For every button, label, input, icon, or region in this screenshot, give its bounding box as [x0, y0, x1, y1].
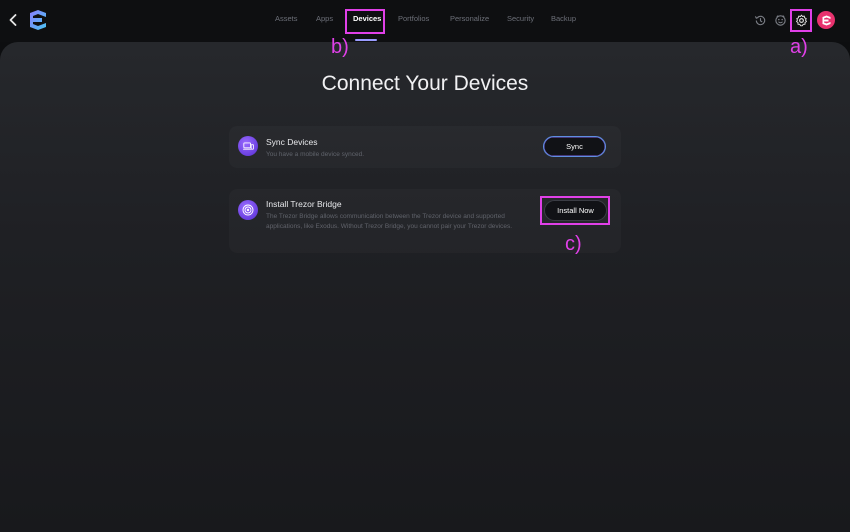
card-title: Install Trezor Bridge	[266, 199, 342, 209]
card-description: You have a mobile device synced.	[266, 151, 365, 158]
wireless-icon	[238, 200, 258, 220]
sync-devices-card: Sync Devices You have a mobile device sy…	[229, 126, 621, 168]
tab-backup[interactable]: Backup	[551, 14, 576, 23]
annotation-box-a	[790, 9, 812, 32]
sync-button[interactable]: Sync	[543, 136, 606, 157]
tab-portfolios[interactable]: Portfolios	[398, 14, 429, 23]
annotation-label-b: b)	[331, 36, 349, 58]
main-tabs: Assets Apps Devices Portfolios Personali…	[0, 0, 850, 42]
page-title: Connect Your Devices	[321, 72, 529, 95]
card-title: Sync Devices	[266, 137, 318, 147]
annotation-box-c	[540, 196, 610, 225]
device-icon	[238, 136, 258, 156]
annotation-label-a: a)	[790, 36, 808, 58]
annotation-box-b	[345, 9, 385, 34]
annotation-label-c: c)	[565, 233, 582, 255]
tab-apps[interactable]: Apps	[316, 14, 333, 23]
tab-assets[interactable]: Assets	[275, 14, 298, 23]
card-description: The Trezor Bridge allows communication b…	[266, 213, 513, 230]
main-panel: Connect Your Devices Sync Devices You ha…	[0, 42, 850, 532]
top-bar: Assets Apps Devices Portfolios Personali…	[0, 0, 850, 42]
tab-security[interactable]: Security	[507, 14, 534, 23]
tab-personalize[interactable]: Personalize	[450, 14, 489, 23]
avatar[interactable]	[817, 11, 835, 29]
smiley-icon[interactable]	[772, 12, 788, 28]
history-icon[interactable]	[752, 12, 768, 28]
active-tab-indicator	[355, 39, 377, 41]
